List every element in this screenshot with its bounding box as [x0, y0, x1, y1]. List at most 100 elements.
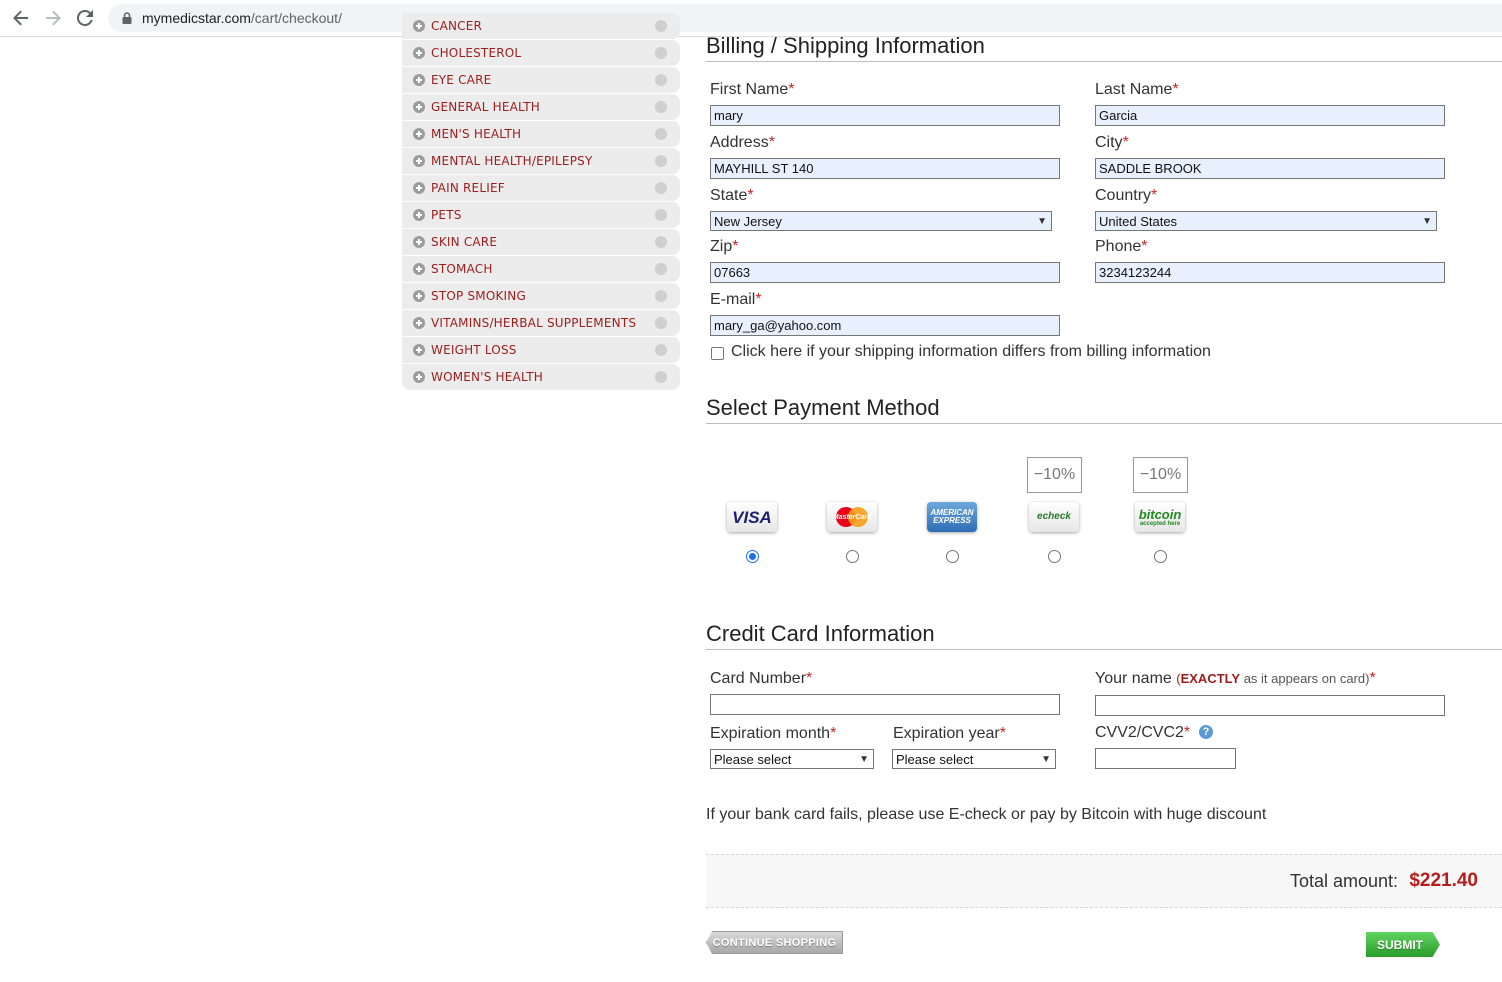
address-bar[interactable]: mymedicstar.com/cart/checkout/	[108, 4, 1502, 32]
reload-icon[interactable]	[74, 7, 96, 29]
plus-icon	[413, 47, 425, 59]
plus-icon	[413, 371, 425, 383]
sidebar-item[interactable]: WOMEN'S HEALTH	[402, 364, 680, 390]
address-label: Address*	[710, 134, 775, 151]
payment-section-title: Select Payment Method	[706, 395, 1502, 424]
cell-icon	[652, 44, 670, 62]
total-bar: Total amount: $221.40	[706, 854, 1502, 908]
payment-radio[interactable]	[946, 550, 959, 563]
payment-logo-echeck[interactable]: echeck	[1029, 502, 1079, 532]
sidebar-item-label: MEN'S HEALTH	[431, 127, 522, 141]
state-label: State*	[710, 187, 754, 204]
scale-icon	[652, 341, 670, 359]
payment-radio[interactable]	[1048, 550, 1061, 563]
browser-toolbar: mymedicstar.com/cart/checkout/	[0, 0, 1502, 37]
plus-icon	[413, 317, 425, 329]
country-label: Country*	[1095, 187, 1158, 204]
sidebar-item-label: STOMACH	[431, 262, 493, 276]
city-field[interactable]: SADDLE BROOK	[1095, 158, 1445, 179]
tube-icon	[652, 233, 670, 251]
email-label: E-mail*	[710, 291, 762, 308]
sidebar-item[interactable]: MENTAL HEALTH/EPILEPSY	[402, 148, 680, 174]
payment-radio[interactable]	[746, 550, 759, 563]
phone-field[interactable]: 3234123244	[1095, 262, 1445, 283]
last-name-label: Last Name*	[1095, 81, 1179, 98]
exp-month-select[interactable]: Please select ▼	[710, 749, 874, 769]
sidebar-item[interactable]: MEN'S HEALTH	[402, 121, 680, 147]
card-number-field[interactable]	[710, 694, 1060, 715]
payment-logo-mastercard[interactable]: MasterCard	[827, 502, 877, 532]
sidebar-item-label: PETS	[431, 208, 462, 222]
zip-label: Zip*	[710, 238, 739, 255]
payment-logo-american-express[interactable]: AMERICAN EXPRESS	[927, 502, 977, 532]
forward-arrow-icon[interactable]	[42, 7, 64, 29]
zip-field[interactable]: 07663	[710, 262, 1060, 283]
lock-icon	[122, 12, 132, 24]
sidebar-item-label: CANCER	[431, 19, 483, 33]
sidebar-item[interactable]: GENERAL HEALTH	[402, 94, 680, 120]
payment-radio[interactable]	[1154, 550, 1167, 563]
payment-logo-text: echeck	[1037, 511, 1071, 522]
shipping-differs-checkbox[interactable]	[711, 347, 724, 360]
payment-logo-visa[interactable]: VISA	[727, 502, 777, 532]
person-icon	[652, 179, 670, 197]
sidebar-item-label: CHOLESTEROL	[431, 46, 522, 60]
discount-badge: −10%	[1027, 457, 1082, 493]
sidebar-item[interactable]: VITAMINS/HERBAL SUPPLEMENTS	[402, 310, 680, 336]
payment-logo-bitcoin[interactable]: bitcoin accepted here	[1135, 502, 1185, 532]
sidebar-item[interactable]: EYE CARE	[402, 67, 680, 93]
last-name-field[interactable]: Garcia	[1095, 105, 1445, 126]
plus-icon	[413, 290, 425, 302]
payment-notice: If your bank card fails, please use E-ch…	[706, 806, 1267, 823]
plus-icon	[413, 20, 425, 32]
first-name-field[interactable]: mary	[710, 105, 1060, 126]
back-arrow-icon[interactable]	[10, 7, 32, 29]
payment-logo-text: AMERICAN EXPRESS	[930, 508, 974, 525]
sidebar-item[interactable]: STOP SMOKING	[402, 283, 680, 309]
exp-year-label: Expiration year*	[893, 725, 1006, 742]
sidebar-item[interactable]: CHOLESTEROL	[402, 40, 680, 66]
cvv-field[interactable]	[1095, 748, 1236, 769]
email-field[interactable]: mary_ga@yahoo.com	[710, 315, 1060, 336]
exp-month-label: Expiration month*	[710, 725, 837, 742]
submit-button[interactable]: SUBMIT	[1366, 932, 1440, 957]
sidebar-item-label: VITAMINS/HERBAL SUPPLEMENTS	[431, 316, 637, 330]
shipping-differs-label[interactable]: Click here if your shipping information …	[731, 343, 1211, 361]
chevron-down-icon: ▼	[1041, 753, 1051, 765]
state-select[interactable]: New Jersey ▼	[710, 211, 1052, 231]
sidebar-item[interactable]: SKIN CARE	[402, 229, 680, 255]
billing-section-title: Billing / Shipping Information	[706, 33, 1502, 62]
chevron-down-icon: ▼	[1422, 215, 1432, 227]
card-holder-name-field[interactable]	[1095, 695, 1445, 716]
payment-radio[interactable]	[846, 550, 859, 563]
sidebar-item-label: MENTAL HEALTH/EPILEPSY	[431, 154, 593, 168]
plus-icon	[413, 182, 425, 194]
stomach-icon	[652, 260, 670, 278]
help-icon[interactable]: ?	[1199, 725, 1213, 739]
url-text: mymedicstar.com/cart/checkout/	[142, 10, 342, 26]
brain-icon	[652, 152, 670, 170]
sidebar-item-label: STOP SMOKING	[431, 289, 526, 303]
chevron-down-icon: ▼	[1037, 215, 1047, 227]
sidebar-item[interactable]: WEIGHT LOSS	[402, 337, 680, 363]
address-field[interactable]: MAYHILL ST 140	[710, 158, 1060, 179]
sidebar-item[interactable]: PAIN RELIEF	[402, 175, 680, 201]
your-name-label: Your name (EXACTLY as it appears on card…	[1095, 670, 1376, 687]
sidebar-item-label: PAIN RELIEF	[431, 181, 505, 195]
country-select[interactable]: United States ▼	[1095, 211, 1437, 231]
continue-shopping-button[interactable]: CONTINUE SHOPPING	[706, 931, 843, 954]
payment-logo-text: MasterCard	[832, 513, 872, 521]
sidebar-item-label: EYE CARE	[431, 73, 492, 87]
woman-head-icon	[652, 368, 670, 386]
plus-icon	[413, 209, 425, 221]
sidebar-item[interactable]: STOMACH	[402, 256, 680, 282]
exp-year-select[interactable]: Please select ▼	[892, 749, 1056, 769]
plus-icon	[413, 101, 425, 113]
credit-card-section-title: Credit Card Information	[706, 621, 1502, 650]
sidebar-item[interactable]: CANCER	[402, 13, 680, 39]
sidebar-item-label: WOMEN'S HEALTH	[431, 370, 543, 384]
plus-icon	[413, 263, 425, 275]
sidebar-item[interactable]: PETS	[402, 202, 680, 228]
sidebar-item-label: SKIN CARE	[431, 235, 498, 249]
man-head-icon	[652, 125, 670, 143]
